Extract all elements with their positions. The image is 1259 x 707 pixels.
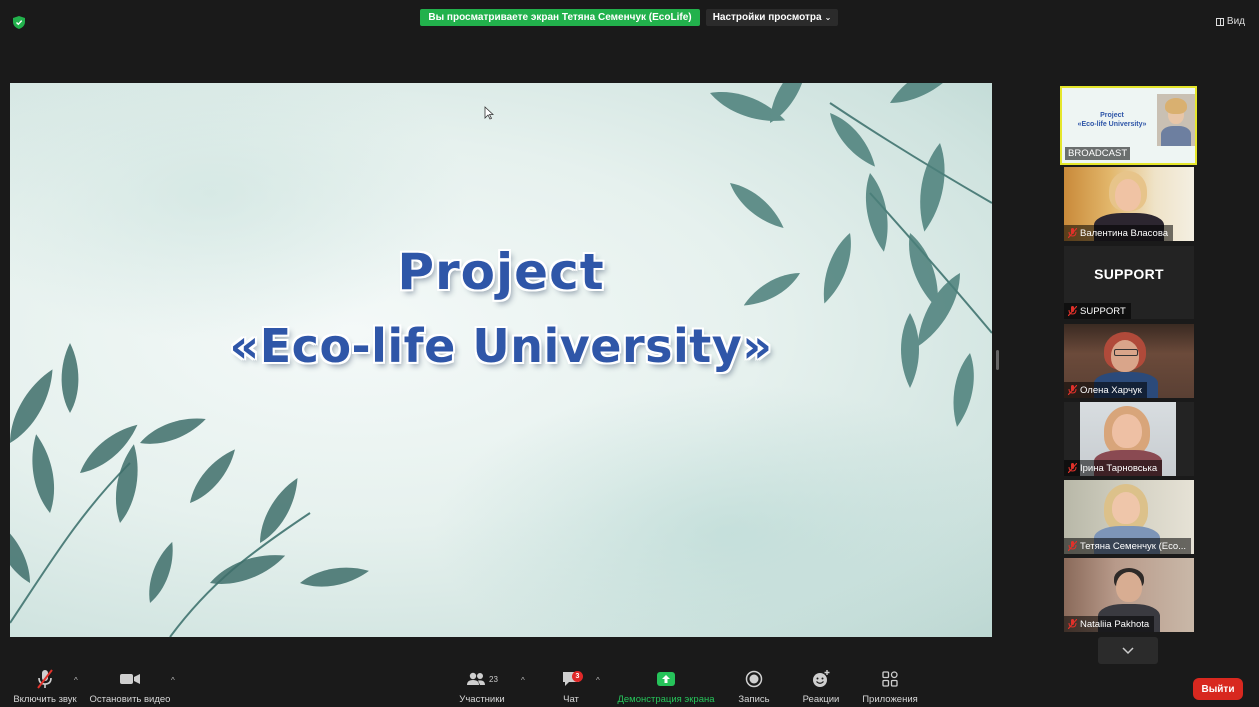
- share-screen-label: Демонстрация экрана: [617, 694, 715, 705]
- participant-name-tag: Nataliia Pakhota: [1064, 616, 1155, 632]
- participant-name-tag: Ірина Тарновська: [1064, 460, 1163, 476]
- view-settings-button[interactable]: Настройки просмотра ⌄: [706, 9, 838, 26]
- participant-name: Тетяна Семенчук (Eco...: [1080, 540, 1187, 552]
- apps-icon: [882, 671, 898, 687]
- participant-tile[interactable]: Тетяна Семенчук (Eco...: [1064, 480, 1194, 554]
- broadcast-label: BROADCAST: [1065, 147, 1131, 160]
- view-button-label: Вид: [1226, 16, 1245, 27]
- chevron-down-icon: [1122, 646, 1134, 654]
- chevron-down-icon: ⌄: [824, 13, 832, 22]
- shared-screen[interactable]: Project «Eco-life University»: [10, 83, 992, 637]
- thumbnail-title-line1: Project: [1100, 112, 1124, 119]
- chat-unread-badge: 3: [572, 671, 583, 682]
- participants-icon: [467, 672, 486, 685]
- mouse-cursor-icon: [484, 106, 494, 120]
- slide-title-line2: «Eco-life University»: [229, 319, 773, 373]
- video-options-caret[interactable]: ^: [171, 676, 175, 685]
- share-screen-button[interactable]: Демонстрация экрана: [614, 667, 718, 705]
- reactions-label: Реакции: [802, 694, 840, 705]
- emoji-reaction-icon: [813, 670, 830, 687]
- apps-button[interactable]: Приложения: [856, 667, 924, 705]
- participant-name: SUPPORT: [1080, 305, 1126, 317]
- participants-label: Участники: [459, 694, 505, 705]
- leave-meeting-button[interactable]: Выйти: [1193, 678, 1243, 700]
- record-button[interactable]: Запись: [734, 667, 774, 705]
- participant-tile[interactable]: Nataliia Pakhota: [1064, 558, 1194, 632]
- participant-name-tag: Тетяна Семенчук (Eco...: [1064, 538, 1192, 554]
- security-shield-icon[interactable]: [13, 16, 25, 29]
- view-button[interactable]: Вид: [1215, 16, 1245, 27]
- participant-name: Ірина Тарновська: [1080, 462, 1158, 474]
- mic-muted-icon: [1068, 463, 1077, 473]
- participant-tile[interactable]: Валентина Власова: [1064, 167, 1194, 241]
- participant-name: Валентина Власова: [1080, 227, 1169, 239]
- meeting-toolbar: Включить звук ^ Остановить видео ^ 23 Уч…: [0, 667, 1259, 707]
- participant-tile[interactable]: Ірина Тарновська: [1064, 402, 1194, 476]
- support-avatar-text: SUPPORT: [1094, 266, 1164, 282]
- participant-name: Nataliia Pakhota: [1080, 618, 1150, 630]
- broadcast-thumbnail[interactable]: Project «Eco-life University» BROADCAST: [1060, 86, 1197, 165]
- mic-muted-icon: [1068, 306, 1077, 316]
- stop-video-button[interactable]: Остановить видео: [89, 667, 171, 705]
- video-camera-icon: [120, 674, 140, 684]
- chat-label: Чат: [563, 694, 579, 705]
- viewing-screen-text: Вы просматриваете экран Тетяна Семенчук …: [428, 12, 692, 23]
- unmute-button[interactable]: Включить звук: [8, 667, 82, 705]
- mic-muted-icon: [37, 669, 53, 689]
- stop-video-label: Остановить видео: [89, 694, 171, 705]
- leave-label: Выйти: [1201, 683, 1235, 695]
- mic-muted-icon: [1068, 619, 1077, 629]
- participants-button[interactable]: 23 Участники: [454, 667, 510, 705]
- participant-name: Олена Харчук: [1080, 384, 1142, 396]
- thumbnail-presenter-video: [1157, 94, 1195, 146]
- scroll-participants-down-button[interactable]: [1098, 637, 1158, 664]
- participant-tile[interactable]: SUPPORT SUPPORT: [1064, 246, 1194, 319]
- participants-count: 23: [489, 674, 498, 684]
- panel-resize-handle[interactable]: [996, 350, 999, 370]
- thumbnail-title-line2: «Eco-life University»: [1077, 121, 1147, 128]
- audio-options-caret[interactable]: ^: [74, 676, 78, 685]
- mic-muted-icon: [1068, 385, 1077, 395]
- mic-muted-icon: [1068, 228, 1077, 238]
- record-icon: [745, 670, 763, 688]
- participants-options-caret[interactable]: ^: [521, 676, 525, 685]
- participant-name-tag: Валентина Власова: [1064, 225, 1174, 241]
- apps-label: Приложения: [862, 694, 918, 705]
- chat-options-caret[interactable]: ^: [596, 676, 600, 685]
- slide-title-line1: Project: [397, 243, 605, 301]
- reactions-button[interactable]: Реакции: [798, 667, 844, 705]
- view-settings-label: Настройки просмотра: [712, 12, 822, 23]
- viewing-screen-banner: Вы просматриваете экран Тетяна Семенчук …: [420, 9, 700, 26]
- participant-name-tag: SUPPORT: [1064, 303, 1131, 319]
- unmute-label: Включить звук: [13, 694, 77, 705]
- view-layout-icon: [1215, 17, 1224, 26]
- participant-tile[interactable]: Олена Харчук: [1064, 324, 1194, 398]
- mic-muted-icon: [1068, 541, 1077, 551]
- record-label: Запись: [738, 694, 770, 705]
- share-screen-icon: [657, 672, 675, 686]
- participant-name-tag: Олена Харчук: [1064, 382, 1147, 398]
